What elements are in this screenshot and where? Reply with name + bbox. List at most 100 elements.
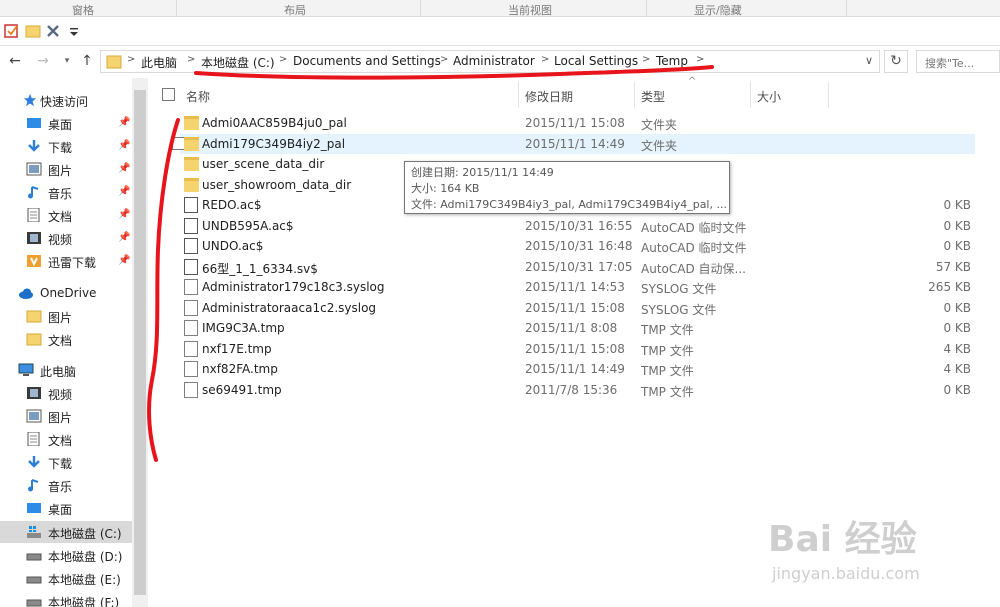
breadcrumb-this-pc[interactable]: 此电脑 [141,54,177,71]
chevron-right-icon[interactable]: > [127,54,135,65]
up-arrow-icon[interactable]: ↑ [78,52,96,70]
file-type: AutoCAD 临时文件 [641,220,747,235]
file-size: 0 KB [943,198,971,212]
file-type: 文件夹 [641,118,678,132]
nav-item-label: 桌面 [48,118,73,132]
new-folder-icon[interactable] [25,23,41,39]
cad-file-icon [184,197,198,213]
desktop-icon [27,503,41,513]
column-divider[interactable] [828,82,829,108]
file-row[interactable]: Administratoraaca1c2.syslog 2015/11/1 15:… [180,298,975,318]
nav-onedrive-label: OneDrive [40,286,97,300]
pin-icon[interactable]: 📌 [118,186,130,197]
nav-item-label: 图片 [48,411,73,425]
breadcrumb-documents-and-settings[interactable]: Documents and Settings [293,54,441,68]
file-icon [184,381,198,398]
file-row[interactable]: nxf82FA.tmp 2015/11/1 14:49 TMP 文件 4 KB [180,359,975,379]
file-icon [184,340,198,357]
pin-icon[interactable]: 📌 [118,140,130,151]
breadcrumb-drive-c[interactable]: 本地磁盘 (C:) [201,54,275,71]
file-row[interactable]: 66型_1_1_6334.sv$ 2015/10/31 17:05 AutoCAD … [180,257,975,277]
pin-icon[interactable]: 📌 [118,255,130,266]
cad-file-icon [184,258,198,275]
nav-this-pc-label: 此电脑 [40,365,77,379]
search-input[interactable]: 搜索"Te... [916,50,1000,73]
file-tooltip: 创建日期: 2015/11/1 14:49 大小: 164 KB 文件: Adm… [404,161,730,214]
nav-item-label: 视频 [48,388,73,402]
column-divider[interactable] [634,82,635,108]
file-row[interactable]: nxf17E.tmp 2015/11/1 15:08 TMP 文件 4 KB [180,339,975,359]
file-name: UNDB595A.ac$ [202,218,294,233]
file-name: user_scene_data_dir [202,157,325,171]
chevron-right-icon[interactable]: > [279,54,287,65]
file-type: 文件夹 [641,138,678,153]
hard-drive-icon [26,553,42,561]
nav-item-label: 迅雷下载 [48,256,97,270]
back-arrow-icon[interactable]: ← [6,52,24,70]
file-name: se69491.tmp [202,382,282,397]
file-type: TMP 文件 [641,384,694,399]
file-row[interactable]: Administrator179c18c3.syslog 2015/11/1 14… [180,277,975,297]
chevron-right-icon[interactable]: > [642,54,650,65]
pin-icon[interactable]: 📌 [118,163,130,174]
nav-item-label: 本地磁盘 (E:) [48,573,121,587]
column-divider[interactable] [518,82,519,108]
column-header-size[interactable]: 大小 [757,88,781,105]
customize-toolbar-icon[interactable] [66,23,82,39]
file-date: 2015/10/31 17:05 [525,259,633,274]
pin-icon[interactable]: 📌 [118,209,130,220]
hard-drive-icon [26,599,42,607]
file-date: 2015/11/1 14:49 [525,362,625,376]
column-header-type[interactable]: 类型 [641,88,665,105]
file-row[interactable]: se69491.tmp 2011/7/8 15:36 TMP 文件 0 KB [180,380,975,400]
quick-access-toolbar [0,17,1000,46]
breadcrumb-local-settings[interactable]: Local Settings [554,54,638,68]
tooltip-size: 大小: 164 KB [411,182,480,195]
select-all-checkbox[interactable] [162,88,175,101]
chevron-right-icon[interactable]: > [541,54,549,65]
forward-arrow-icon[interactable]: → [34,52,52,70]
file-size: 4 KB [943,362,971,376]
file-type: AutoCAD 临时文件 [641,241,747,255]
breadcrumb-temp[interactable]: Temp [656,54,688,68]
folder-icon [184,157,199,171]
file-icon [184,361,198,377]
ribbon-divider [420,0,421,17]
ribbon-divider [846,0,847,17]
documents-icon [27,432,40,446]
file-row[interactable]: UNDO.ac$ 2015/10/31 16:48 AutoCAD 临时文件 0 KB [180,236,975,256]
ribbon-label-show-hide: 显示/隐藏 [694,4,742,17]
nav-item-label: 本地磁盘 (D:) [48,550,123,564]
refresh-icon[interactable]: ↻ [884,50,908,73]
file-row[interactable]: UNDB595A.ac$ 2015/10/31 16:55 AutoCAD 临时文件… [180,216,975,236]
breadcrumb-administrator[interactable]: Administrator [453,54,535,68]
chevron-right-icon[interactable]: > [440,54,448,65]
file-row[interactable]: Admi179C349B4iy2_pal 2015/11/1 14:49 文件夹 [172,133,975,154]
chevron-right-icon[interactable]: > [696,54,704,65]
nav-item-label: 音乐 [48,187,73,201]
column-divider[interactable] [750,82,751,108]
nav-scrollbar-thumb[interactable] [134,90,146,595]
column-header-name[interactable]: 名称 [186,88,210,105]
file-name: 66型_1_1_6334.sv$ [202,261,318,276]
nav-item-label: 视频 [48,233,73,247]
pin-icon[interactable]: 📌 [118,232,130,243]
file-row[interactable]: Admi0AAC859B4ju0_pal 2015/11/1 15:08 文件夹 [180,113,975,133]
folder-icon [184,177,199,192]
address-dropdown-icon[interactable]: ∨ [865,54,873,67]
navigation-pane: 快速访问 桌面 📌 下载 📌 图片 📌 音乐 📌 文档 📌 视频 📌 迅雷下载 … [0,78,148,607]
xunlei-icon [27,255,41,267]
pictures-icon [26,409,42,423]
address-bar[interactable]: > 此电脑 > 本地磁盘 (C:) > Documents and Settin… [100,50,880,73]
file-row[interactable]: IMG9C3A.tmp 2015/11/1 8:08 TMP 文件 0 KB [180,318,975,338]
recent-locations-icon[interactable]: ▾ [58,52,76,70]
videos-icon [27,387,41,399]
delete-icon[interactable] [45,23,61,39]
pin-icon[interactable]: 📌 [118,117,130,128]
chevron-right-icon[interactable]: > [187,54,195,65]
file-name: IMG9C3A.tmp [202,321,285,335]
music-icon [28,479,39,492]
properties-icon[interactable] [4,23,20,39]
file-icon [184,320,198,336]
column-header-date[interactable]: 修改日期 [525,88,573,105]
